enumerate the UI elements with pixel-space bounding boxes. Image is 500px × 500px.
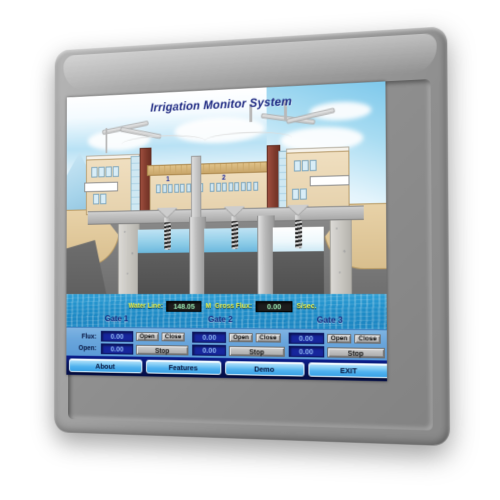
gate-2-open-line: 0.00 Stop	[192, 344, 285, 357]
water-line-label: Water Line:	[128, 302, 163, 310]
gate-number-2: 2	[221, 174, 226, 182]
industrial-panel-monitor: 1 2 3	[54, 26, 451, 447]
gate-1-flux-value: 0.00	[100, 330, 134, 342]
balcony-right	[309, 175, 350, 187]
gate-title-1: Gate 1	[104, 313, 129, 324]
gate-1-flux-line: 0.00 Open Close	[100, 330, 189, 343]
embankment-right	[324, 203, 387, 270]
window-row	[292, 188, 307, 200]
gate-controls-3: 0.00 Open Close 0.00 Stop	[286, 329, 387, 361]
window-row	[93, 193, 106, 205]
flux-row-label: Flux:	[81, 333, 97, 340]
hmi-application: 1 2 3	[66, 81, 388, 382]
mast-blade-icon	[285, 107, 336, 125]
gate-title-2: Gate 2	[208, 313, 233, 325]
window	[228, 182, 233, 192]
features-button[interactable]: Features	[145, 359, 222, 375]
red-column-right	[266, 144, 281, 212]
window	[112, 166, 119, 177]
gate-2-flux-value: 0.00	[192, 331, 227, 343]
gate-controls-2: 0.00 Open Close 0.00 Stop	[191, 329, 287, 360]
window	[100, 193, 106, 205]
gate-3-stop-button[interactable]: Stop	[326, 346, 385, 358]
open-row-label: Open:	[78, 344, 97, 352]
cloud-icon	[280, 125, 364, 153]
screenshot-root: 1 2 3	[0, 0, 500, 500]
gate-1-open-line: 0.00 Stop	[100, 343, 189, 355]
window	[173, 183, 179, 193]
concrete-pier-right	[329, 207, 353, 299]
window	[185, 183, 191, 193]
window	[240, 182, 246, 192]
demo-button[interactable]: Demo	[225, 360, 305, 377]
window	[98, 166, 105, 178]
water-line-value: 148.05	[166, 300, 202, 312]
sky-right-gradient	[266, 81, 387, 210]
gate-3-open-line: 0.00 Stop	[288, 345, 385, 359]
balcony-left	[84, 181, 119, 193]
gate-1-close-button[interactable]: Close	[161, 332, 185, 342]
window	[161, 184, 167, 194]
gate-water-3	[272, 226, 324, 252]
window-row	[91, 166, 119, 178]
gross-flux-label: Gross Flux:	[214, 302, 252, 310]
gate-3-close-button[interactable]: Close	[354, 334, 381, 344]
jack-cone-icon	[156, 207, 178, 218]
screw-jack-actuator-1	[156, 207, 178, 250]
gate-1-stop-button[interactable]: Stop	[135, 344, 189, 355]
gate-controls-1: 0.00 Open Close 0.00 Stop	[99, 328, 190, 359]
window	[179, 183, 185, 193]
gate-2-stop-button[interactable]: Stop	[229, 345, 285, 357]
window	[93, 193, 99, 205]
window	[156, 184, 161, 194]
screw-jack-actuator-2	[223, 205, 245, 250]
window	[167, 184, 173, 193]
gate-number-1: 1	[166, 176, 170, 184]
window	[234, 182, 240, 192]
control-tower-center	[191, 155, 202, 219]
gate-opening-2	[204, 251, 258, 299]
monitor-screen: 1 2 3	[66, 81, 388, 382]
window	[309, 159, 317, 172]
water-line-unit: M	[205, 302, 212, 310]
gate-opening-3	[272, 251, 325, 299]
gate-number-3: 3	[281, 173, 285, 180]
jack-screw-thread	[231, 221, 238, 250]
window	[215, 182, 221, 192]
window	[91, 166, 98, 178]
gate-2-open-value: 0.00	[192, 344, 227, 356]
window	[221, 182, 227, 192]
window	[105, 166, 112, 178]
mast-pole	[105, 128, 108, 154]
jack-screw-thread	[163, 222, 171, 250]
window	[209, 182, 215, 192]
readout-row: Water Line: 148.05 M Gross Flux: 0.00 S/…	[66, 300, 386, 313]
jack-screw-thread	[294, 219, 302, 249]
about-button[interactable]: About	[69, 358, 142, 374]
monitor-perspective-wrapper: 1 2 3	[0, 0, 500, 500]
mast-blade-icon	[260, 113, 316, 125]
concrete-pier-left	[117, 212, 140, 298]
gate-1-open-button[interactable]: Open	[135, 332, 159, 342]
pier-2	[257, 215, 275, 299]
exit-button[interactable]: EXIT	[307, 362, 388, 379]
panel-row-labels: Flux: Open:	[66, 328, 99, 357]
jack-cone-icon	[223, 205, 245, 217]
gate-opening-1	[137, 252, 190, 298]
gate-1-open-value: 0.00	[100, 343, 134, 355]
